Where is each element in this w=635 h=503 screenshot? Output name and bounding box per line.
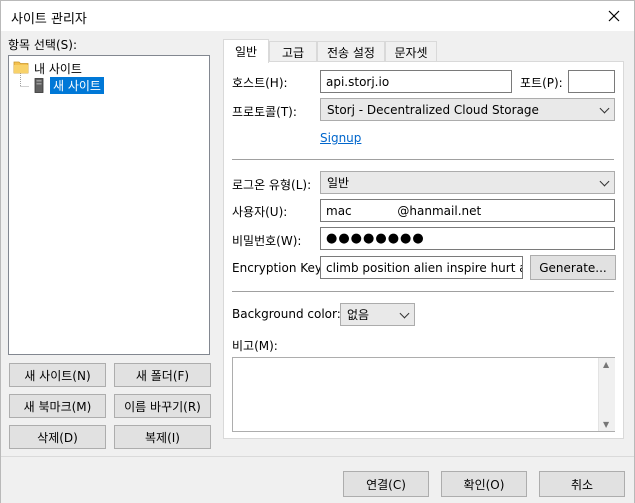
encryption-key-label: Encryption Key: [232, 261, 326, 275]
generate-button[interactable]: Generate... [530, 255, 616, 280]
dialog-button-bar: 연결(C) 확인(O) 취소 [1, 456, 634, 503]
user-label: 사용자(U): [232, 205, 288, 219]
logon-type-select[interactable]: 일반 [320, 171, 615, 194]
encryption-key-input[interactable]: climb position alien inspire hurt alert [320, 256, 523, 279]
logon-type-value: 일반 [327, 176, 350, 190]
folder-icon [13, 60, 29, 77]
title-bar: 사이트 관리자 [1, 1, 634, 31]
connect-button[interactable]: 연결(C) [343, 471, 429, 497]
tab-charset[interactable]: 문자셋 [385, 41, 437, 62]
tree-item-new-site[interactable]: 새 사이트 [50, 77, 104, 94]
host-label: 호스트(H): [232, 76, 288, 90]
tab-general[interactable]: 일반 [223, 39, 269, 63]
background-color-label: Background color: [232, 307, 341, 321]
logon-type-label: 로그온 유형(L): [232, 178, 312, 192]
port-label: 포트(P): [520, 76, 563, 90]
chevron-down-icon [399, 308, 410, 318]
server-icon [34, 78, 44, 96]
separator [232, 159, 614, 160]
comments-label: 비고(M): [232, 339, 278, 353]
scroll-up-icon[interactable]: ▲ [603, 360, 609, 369]
chevron-down-icon [599, 176, 610, 186]
new-bookmark-button[interactable]: 새 북마크(M) [9, 394, 106, 418]
site-manager-window: 사이트 관리자 항목 선택(S): 내 사이트 새 사이트 새 사이트(N) 새… [0, 0, 635, 503]
signup-link[interactable]: Signup [320, 131, 361, 145]
separator [232, 291, 614, 292]
tree-root-my-sites[interactable]: 내 사이트 [34, 60, 82, 77]
chevron-down-icon [599, 103, 610, 113]
copy-button[interactable]: 복제(I) [114, 425, 211, 449]
window-title: 사이트 관리자 [11, 12, 87, 27]
port-input[interactable] [568, 70, 615, 93]
general-tab-panel: 호스트(H): api.storj.io 포트(P): 프로토콜(T): Sto… [223, 61, 624, 439]
comments-textarea[interactable] [232, 357, 615, 432]
new-site-button[interactable]: 새 사이트(N) [9, 363, 106, 387]
tab-transfer-settings[interactable]: 전송 설정 [317, 41, 385, 62]
close-icon [608, 10, 620, 22]
cancel-button[interactable]: 취소 [539, 471, 625, 497]
tree-label: 항목 선택(S): [8, 38, 77, 52]
close-button[interactable] [594, 1, 634, 31]
protocol-label: 프로토콜(T): [232, 105, 297, 119]
password-label: 비밀번호(W): [232, 234, 302, 248]
host-input[interactable]: api.storj.io [320, 70, 512, 93]
site-tree[interactable]: 내 사이트 새 사이트 [8, 55, 210, 355]
ok-button[interactable]: 확인(O) [441, 471, 527, 497]
new-folder-button[interactable]: 새 폴더(F) [114, 363, 211, 387]
protocol-value: Storj - Decentralized Cloud Storage [327, 102, 539, 117]
background-color-value: 없음 [347, 308, 370, 322]
delete-button[interactable]: 삭제(D) [9, 425, 106, 449]
password-input[interactable]: ●●●●●●●● [320, 227, 615, 250]
tab-advanced[interactable]: 고급 [269, 41, 317, 62]
protocol-select[interactable]: Storj - Decentralized Cloud Storage [320, 98, 615, 121]
tree-item-label: 새 사이트 [53, 79, 101, 93]
scroll-down-icon[interactable]: ▼ [603, 420, 609, 429]
rename-button[interactable]: 이름 바꾸기(R) [114, 394, 211, 418]
background-color-select[interactable]: 없음 [340, 303, 415, 326]
comments-scrollbar[interactable]: ▲ ▼ [598, 358, 615, 431]
user-input[interactable]: mac @hanmail.net [320, 199, 615, 222]
